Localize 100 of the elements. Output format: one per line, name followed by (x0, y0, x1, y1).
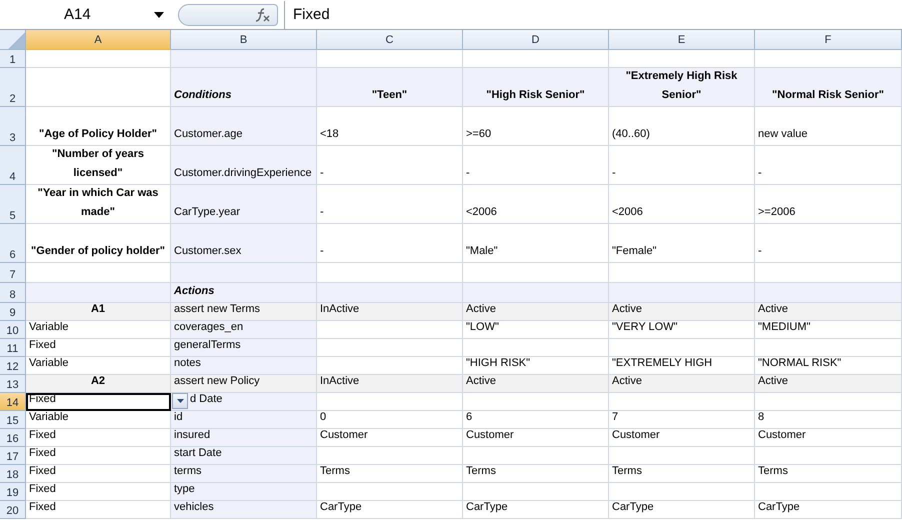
table-cell: - (609, 146, 755, 185)
table-cell: "LOW" (463, 321, 609, 339)
name-box[interactable]: A14 (0, 4, 170, 26)
table-cell: >=2006 (755, 185, 902, 224)
table-cell: CarType (755, 501, 902, 519)
table-cell: "Normal Risk Senior" (755, 68, 902, 107)
table-cell: Fixed (26, 501, 171, 519)
table-cell: assert new Policy (171, 375, 317, 393)
row-header[interactable]: 14 (0, 393, 26, 411)
table-cell: Active (609, 303, 755, 321)
table-cell: InActive (317, 303, 463, 321)
table-cell: "EXTREMELY HIGH (609, 357, 755, 375)
table-cell: Terms (463, 465, 609, 483)
table-cell: Customer (463, 429, 609, 447)
table-cell: (40..60) (609, 107, 755, 146)
table-cell: "Year in which Car was made" (26, 185, 171, 224)
table-cell: Customer.drivingExperience (171, 146, 317, 185)
table-cell: generalTerms (171, 339, 317, 357)
table-cell: Active (755, 375, 902, 393)
row-header[interactable]: 3 (0, 107, 26, 146)
table-cell: id (171, 411, 317, 429)
table-cell: vehicles (171, 501, 317, 519)
table-cell: Active (463, 375, 609, 393)
table-cell: terms (171, 465, 317, 483)
table-cell: notes (171, 357, 317, 375)
table-cell: "VERY LOW" (609, 321, 755, 339)
table-cell: Fixed (26, 339, 171, 357)
row-header[interactable]: 2 (0, 68, 26, 107)
column-header[interactable]: B (171, 30, 317, 50)
table-cell: "Male" (463, 224, 609, 263)
row-header[interactable]: 11 (0, 339, 26, 357)
table-cell: InActive (317, 375, 463, 393)
table-cell: Terms (609, 465, 755, 483)
table-cell: "NORMAL RISK" (755, 357, 902, 375)
caret-icon (176, 399, 184, 403)
cell-text: d Date (190, 393, 222, 407)
row-header[interactable]: 1 (0, 50, 26, 68)
table-cell: "Extremely High Risk Senior" (609, 68, 755, 107)
table-cell: Variable (26, 357, 171, 375)
formula-field[interactable]: Fixed (284, 0, 902, 28)
row-header[interactable]: 5 (0, 185, 26, 224)
function-button[interactable] (178, 4, 278, 26)
table-cell: <18 (317, 107, 463, 146)
row-header[interactable]: 10 (0, 321, 26, 339)
table-cell: Conditions (171, 68, 317, 107)
table-cell: Variable (26, 321, 171, 339)
table-cell: Fixed (26, 483, 171, 501)
column-header[interactable]: A (26, 30, 171, 50)
table-cell: CarType (317, 501, 463, 519)
table-cell: Customer.sex (171, 224, 317, 263)
table-cell: "MEDIUM" (755, 321, 902, 339)
row-header[interactable]: 19 (0, 483, 26, 501)
table-cell: 7 (609, 411, 755, 429)
column-header[interactable]: E (609, 30, 755, 50)
table-cell: Fixed (26, 429, 171, 447)
select-all-button[interactable] (0, 30, 26, 50)
table-cell: new value (755, 107, 902, 146)
row-header[interactable]: 8 (0, 283, 26, 303)
column-header[interactable]: F (755, 30, 902, 50)
dropdown-button[interactable] (172, 393, 188, 409)
table-cell: Terms (755, 465, 902, 483)
function-icon (255, 8, 271, 22)
caret-icon (154, 12, 164, 18)
table-cell: Terms (317, 465, 463, 483)
row-header[interactable]: 13 (0, 375, 26, 393)
table-cell: CarType (609, 501, 755, 519)
row-header[interactable]: 6 (0, 224, 26, 263)
row-header[interactable]: 18 (0, 465, 26, 483)
table-cell: <2006 (609, 185, 755, 224)
table-cell: "Age of Policy Holder" (26, 107, 171, 146)
table-cell: - (755, 224, 902, 263)
table-cell: Active (609, 375, 755, 393)
row-header[interactable]: 15 (0, 411, 26, 429)
table-cell: "Teen" (317, 68, 463, 107)
row-header[interactable]: 4 (0, 146, 26, 185)
table-cell: CarType (463, 501, 609, 519)
column-header[interactable]: C (317, 30, 463, 50)
row-header[interactable]: 17 (0, 447, 26, 465)
table-cell: 8 (755, 411, 902, 429)
row-header[interactable]: 16 (0, 429, 26, 447)
table-cell: assert new Terms (171, 303, 317, 321)
table-cell: 0 (317, 411, 463, 429)
table-cell: Actions (171, 283, 317, 303)
table-cell: Customer.age (171, 107, 317, 146)
table-cell: coverages_en (171, 321, 317, 339)
table-cell: Active (755, 303, 902, 321)
table-cell: Customer (317, 429, 463, 447)
column-header[interactable]: D (463, 30, 609, 50)
table-cell: A1 (26, 303, 171, 321)
table-cell: "HIGH RISK" (463, 357, 609, 375)
row-header[interactable]: 20 (0, 501, 26, 519)
row-header[interactable]: 9 (0, 303, 26, 321)
table-cell: <2006 (463, 185, 609, 224)
table-cell: CarType.year (171, 185, 317, 224)
table-cell: Customer (609, 429, 755, 447)
table-cell: A2 (26, 375, 171, 393)
table-cell: insured (171, 429, 317, 447)
table-cell: type (171, 483, 317, 501)
row-header[interactable]: 7 (0, 263, 26, 283)
row-header[interactable]: 12 (0, 357, 26, 375)
